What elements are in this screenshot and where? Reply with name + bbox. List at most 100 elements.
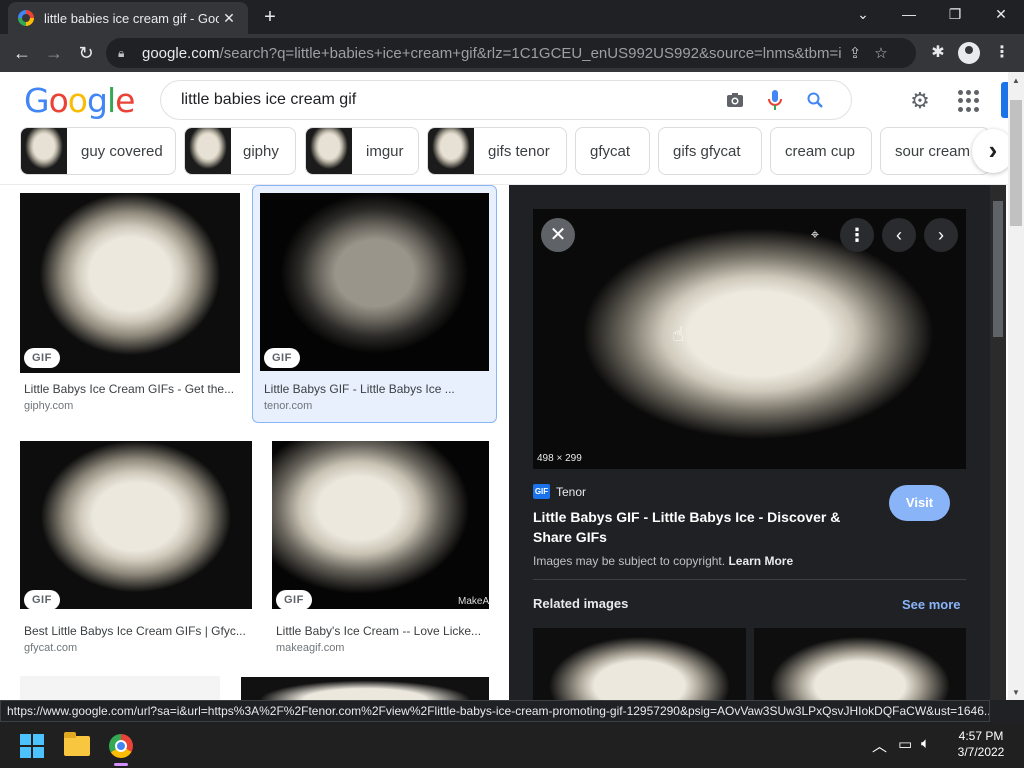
preview-title[interactable]: Little Babys GIF - Little Babys Ice - Di… — [533, 507, 863, 547]
windows-start-icon[interactable] — [20, 734, 44, 758]
learn-more-link[interactable]: Learn More — [728, 554, 793, 568]
chip-thumbnail — [21, 128, 67, 174]
settings-gear-icon[interactable]: ⚙ — [906, 87, 934, 115]
search-input[interactable]: little babies ice cream gif — [181, 91, 711, 109]
search-box[interactable]: little babies ice cream gif — [160, 80, 852, 120]
google-apps-icon[interactable] — [958, 90, 980, 112]
result-thumbnail[interactable] — [20, 441, 252, 609]
result-thumbnail[interactable] — [272, 441, 489, 609]
result-source[interactable]: giphy.com — [24, 400, 73, 412]
forward-icon[interactable]: → — [40, 39, 68, 67]
result-thumbnail[interactable] — [20, 193, 240, 373]
chip-giphy[interactable]: giphy — [184, 127, 296, 175]
image-result-partial[interactable] — [241, 677, 489, 700]
chip-thumbnail — [185, 128, 231, 174]
result-title[interactable]: Best Little Babys Ice Cream GIFs | Gfyc.… — [24, 624, 250, 638]
lens-search-icon[interactable]: ⌖ — [798, 218, 832, 252]
preview-scrollbar-thumb[interactable] — [993, 201, 1003, 337]
image-result[interactable]: GIF MakeA Little Baby's Ice Cream -- Lov… — [272, 441, 489, 661]
hand-cursor-icon: ☝ — [672, 324, 685, 346]
sign-in-button-edge[interactable] — [1001, 82, 1008, 118]
result-title[interactable]: Little Babys Ice Cream GIFs - Get the... — [24, 382, 238, 396]
watermark-text: MakeA — [458, 596, 490, 607]
scroll-up-icon[interactable]: ▲ — [1008, 76, 1024, 85]
result-source[interactable]: tenor.com — [264, 400, 312, 412]
tab-strip: little babies ice cream gif - Google Sea… — [0, 0, 1024, 34]
profile-avatar-icon[interactable] — [958, 42, 980, 64]
related-images-heading: Related images — [533, 596, 629, 611]
result-title[interactable]: Little Babys GIF - Little Babys Ice ... — [264, 382, 486, 396]
window-close-icon[interactable]: ✕ — [978, 0, 1024, 30]
next-image-icon[interactable]: › — [924, 218, 958, 252]
preview-source[interactable]: GIF Tenor — [533, 484, 586, 499]
tab-close-icon[interactable]: ✕ — [220, 10, 238, 27]
chrome-taskbar-icon[interactable] — [109, 734, 133, 758]
restore-icon[interactable]: ❐ — [932, 0, 978, 30]
microphone-icon[interactable] — [759, 84, 791, 116]
close-preview-icon[interactable]: ✕ — [541, 218, 575, 252]
page-scrollbar[interactable]: ▲ ▼ — [1008, 72, 1024, 700]
chip-gfycat[interactable]: gfycat — [575, 127, 650, 175]
google-favicon-icon — [18, 10, 34, 26]
file-explorer-icon[interactable] — [64, 732, 90, 756]
back-icon[interactable]: ← — [8, 39, 36, 67]
network-icon[interactable]: ▭ — [898, 735, 912, 753]
reload-icon[interactable]: ↻ — [72, 39, 100, 67]
result-thumbnail[interactable] — [260, 193, 489, 371]
image-result-selected[interactable]: GIF Little Babys GIF - Little Babys Ice … — [260, 193, 490, 413]
copyright-notice: Images may be subject to copyright. Lear… — [533, 554, 794, 568]
result-source[interactable]: makeagif.com — [276, 642, 344, 654]
gif-badge: GIF — [24, 590, 60, 610]
share-icon[interactable]: ⇪ — [842, 44, 868, 62]
camera-icon[interactable] — [719, 84, 751, 116]
chips-next-chevron-icon[interactable]: › — [972, 129, 1008, 173]
image-result[interactable]: GIF Best Little Babys Ice Cream GIFs | G… — [20, 441, 252, 661]
chip-gifs-gfycat[interactable]: gifs gfycat — [658, 127, 762, 175]
image-result[interactable]: GIF Little Babys Ice Cream GIFs - Get th… — [20, 193, 240, 413]
source-name[interactable]: Tenor — [556, 485, 586, 499]
tab-search-icon[interactable]: ⌄ — [840, 0, 886, 30]
chip-gifs-tenor[interactable]: gifs tenor — [427, 127, 567, 175]
volume-icon[interactable]: 🔈︎ — [921, 735, 930, 752]
tab-title: little babies ice cream gif - Google Sea… — [44, 10, 219, 26]
chip-imgur[interactable]: imgur — [305, 127, 419, 175]
related-image[interactable] — [754, 628, 966, 700]
extensions-icon[interactable]: ✱ — [924, 39, 952, 67]
page-scrollbar-thumb[interactable] — [1010, 100, 1022, 226]
related-search-chips: guy covered giphy imgur gifs tenor gfyca… — [0, 127, 1008, 177]
image-preview-panel: ✕ ⌖ ⋮ ‹ › 498 × 299 GIF Tenor Little Bab… — [509, 185, 990, 700]
more-options-icon[interactable]: ⋮ — [840, 218, 874, 252]
browser-tab[interactable]: little babies ice cream gif - Google Sea… — [8, 2, 248, 34]
preview-scrollbar[interactable] — [990, 185, 1006, 700]
scroll-down-icon[interactable]: ▼ — [1008, 688, 1024, 697]
taskbar-clock[interactable]: 4:57 PM 3/7/2022 — [946, 728, 1016, 760]
clock-date: 3/7/2022 — [957, 745, 1005, 759]
result-title[interactable]: Little Baby's Ice Cream -- Love Licke... — [276, 624, 486, 638]
new-tab-icon[interactable]: + — [258, 6, 282, 30]
visit-button[interactable]: Visit — [889, 485, 950, 521]
panel-divider — [533, 579, 966, 580]
chip-cream-cup[interactable]: cream cup — [770, 127, 872, 175]
previous-image-icon[interactable]: ‹ — [882, 218, 916, 252]
bookmark-star-icon[interactable]: ☆ — [868, 44, 894, 62]
chrome-menu-icon[interactable]: ⋮ — [988, 39, 1016, 67]
windows-taskbar: ︿ ▭ 🔈︎ 4:57 PM 3/7/2022 — [0, 722, 1024, 768]
google-logo[interactable]: Google — [24, 81, 135, 120]
address-bar[interactable]: 🔒︎ google.com/search?q=little+babies+ice… — [106, 38, 916, 68]
chip-guy-covered[interactable]: guy covered — [20, 127, 176, 175]
gif-badge: GIF — [24, 348, 60, 368]
related-image[interactable] — [533, 628, 746, 700]
gif-badge: GIF — [264, 348, 300, 368]
link-status-bubble: https://www.google.com/url?sa=i&url=http… — [0, 700, 990, 722]
minimize-icon[interactable]: — — [886, 0, 932, 30]
search-icon[interactable] — [799, 84, 831, 116]
tray-chevron-icon[interactable]: ︿ — [872, 735, 887, 756]
chip-thumbnail — [428, 128, 474, 174]
active-app-indicator — [114, 763, 128, 766]
lock-icon[interactable]: 🔒︎ — [118, 46, 132, 61]
url-text: google.com/search?q=little+babies+ice+cr… — [142, 44, 842, 62]
image-result-partial[interactable] — [20, 676, 220, 700]
tenor-gif-icon: GIF — [533, 484, 550, 499]
result-source[interactable]: gfycat.com — [24, 642, 77, 654]
see-more-link[interactable]: See more — [902, 597, 961, 612]
